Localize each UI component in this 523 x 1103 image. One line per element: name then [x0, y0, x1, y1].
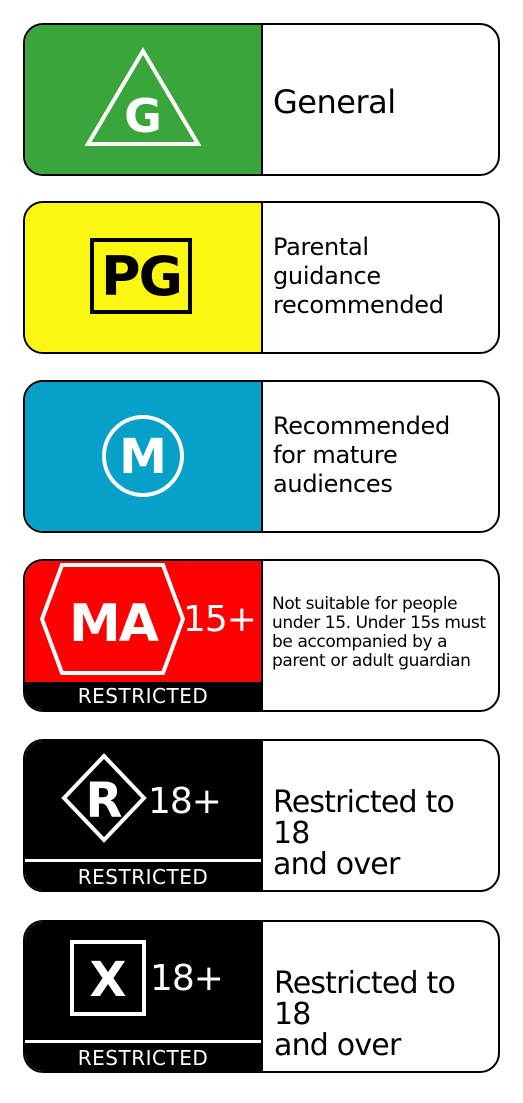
- description-line: and over: [273, 847, 400, 882]
- rating-card-g: G General: [23, 23, 500, 176]
- circle-icon: M: [102, 415, 184, 497]
- rating-description-pg: Parental guidance recommended: [263, 203, 498, 352]
- rating-badge-g: G: [25, 25, 263, 174]
- rating-description-m: Recommended for mature audiences: [263, 382, 498, 531]
- description-line: audiences: [273, 470, 393, 498]
- description-line: Recommended: [273, 412, 450, 440]
- description-line: General: [273, 83, 396, 121]
- rating-badge-pg: PG: [25, 203, 263, 352]
- rating-description-g: General: [263, 25, 498, 174]
- description-line: and over: [274, 1028, 401, 1063]
- description-line: Not suitable for people: [272, 594, 458, 614]
- description-line: under 15. Under 15s must: [272, 613, 486, 633]
- description-line: for mature: [273, 441, 398, 469]
- rating-card-r: R 18+ RESTRICTED Restricted to 18 and ov…: [23, 739, 500, 892]
- square-icon: X: [70, 940, 146, 1016]
- rating-card-m: M Recommended for mature audiences: [23, 380, 500, 533]
- triangle-icon: G: [84, 47, 202, 146]
- description-line: guidance: [273, 262, 381, 290]
- description-line: Restricted to 18: [274, 966, 456, 1032]
- rating-description-ma: Not suitable for people under 15. Under …: [263, 561, 498, 710]
- rating-code-r: R: [86, 773, 123, 829]
- description-line: Restricted to 18: [273, 785, 455, 851]
- description-line: recommended: [273, 291, 444, 319]
- description-line: be accompanied by a: [272, 632, 448, 652]
- rating-code-g: G: [124, 89, 162, 143]
- rating-code-x: X: [89, 952, 126, 1008]
- rating-badge-m: M: [25, 382, 263, 531]
- rating-card-ma: MA 15+ RESTRICTED Not suitable for peopl…: [23, 559, 500, 712]
- rating-card-x: X 18+ RESTRICTED Restricted to 18 and ov…: [23, 920, 500, 1073]
- rating-description-r: Restricted to 18 and over: [263, 741, 498, 890]
- restricted-banner-ma: RESTRICTED: [25, 682, 261, 710]
- description-line: Parental: [273, 233, 369, 261]
- rating-badge-ma: MA 15+ RESTRICTED: [25, 561, 263, 710]
- rating-age-x: 18+: [150, 958, 224, 999]
- rating-age-ma: 15+: [183, 599, 257, 640]
- rating-badge-r: R 18+ RESTRICTED: [25, 741, 263, 890]
- description-line: parent or adult guardian: [272, 651, 471, 671]
- rating-code-m: M: [119, 429, 167, 485]
- restricted-divider: [25, 1040, 261, 1043]
- rating-card-pg: PG Parental guidance recommended: [23, 201, 500, 354]
- restricted-banner-r: RESTRICTED: [77, 864, 209, 889]
- rating-description-x: Restricted to 18 and over: [263, 922, 498, 1071]
- restricted-divider: [25, 859, 261, 862]
- restricted-banner-x: RESTRICTED: [77, 1045, 209, 1070]
- diamond-icon: R: [61, 753, 147, 843]
- rating-code-pg: PG: [90, 238, 192, 314]
- rating-badge-x: X 18+ RESTRICTED: [25, 922, 263, 1071]
- rating-age-r: 18+: [148, 781, 222, 822]
- rating-code-ma: MA: [69, 594, 159, 654]
